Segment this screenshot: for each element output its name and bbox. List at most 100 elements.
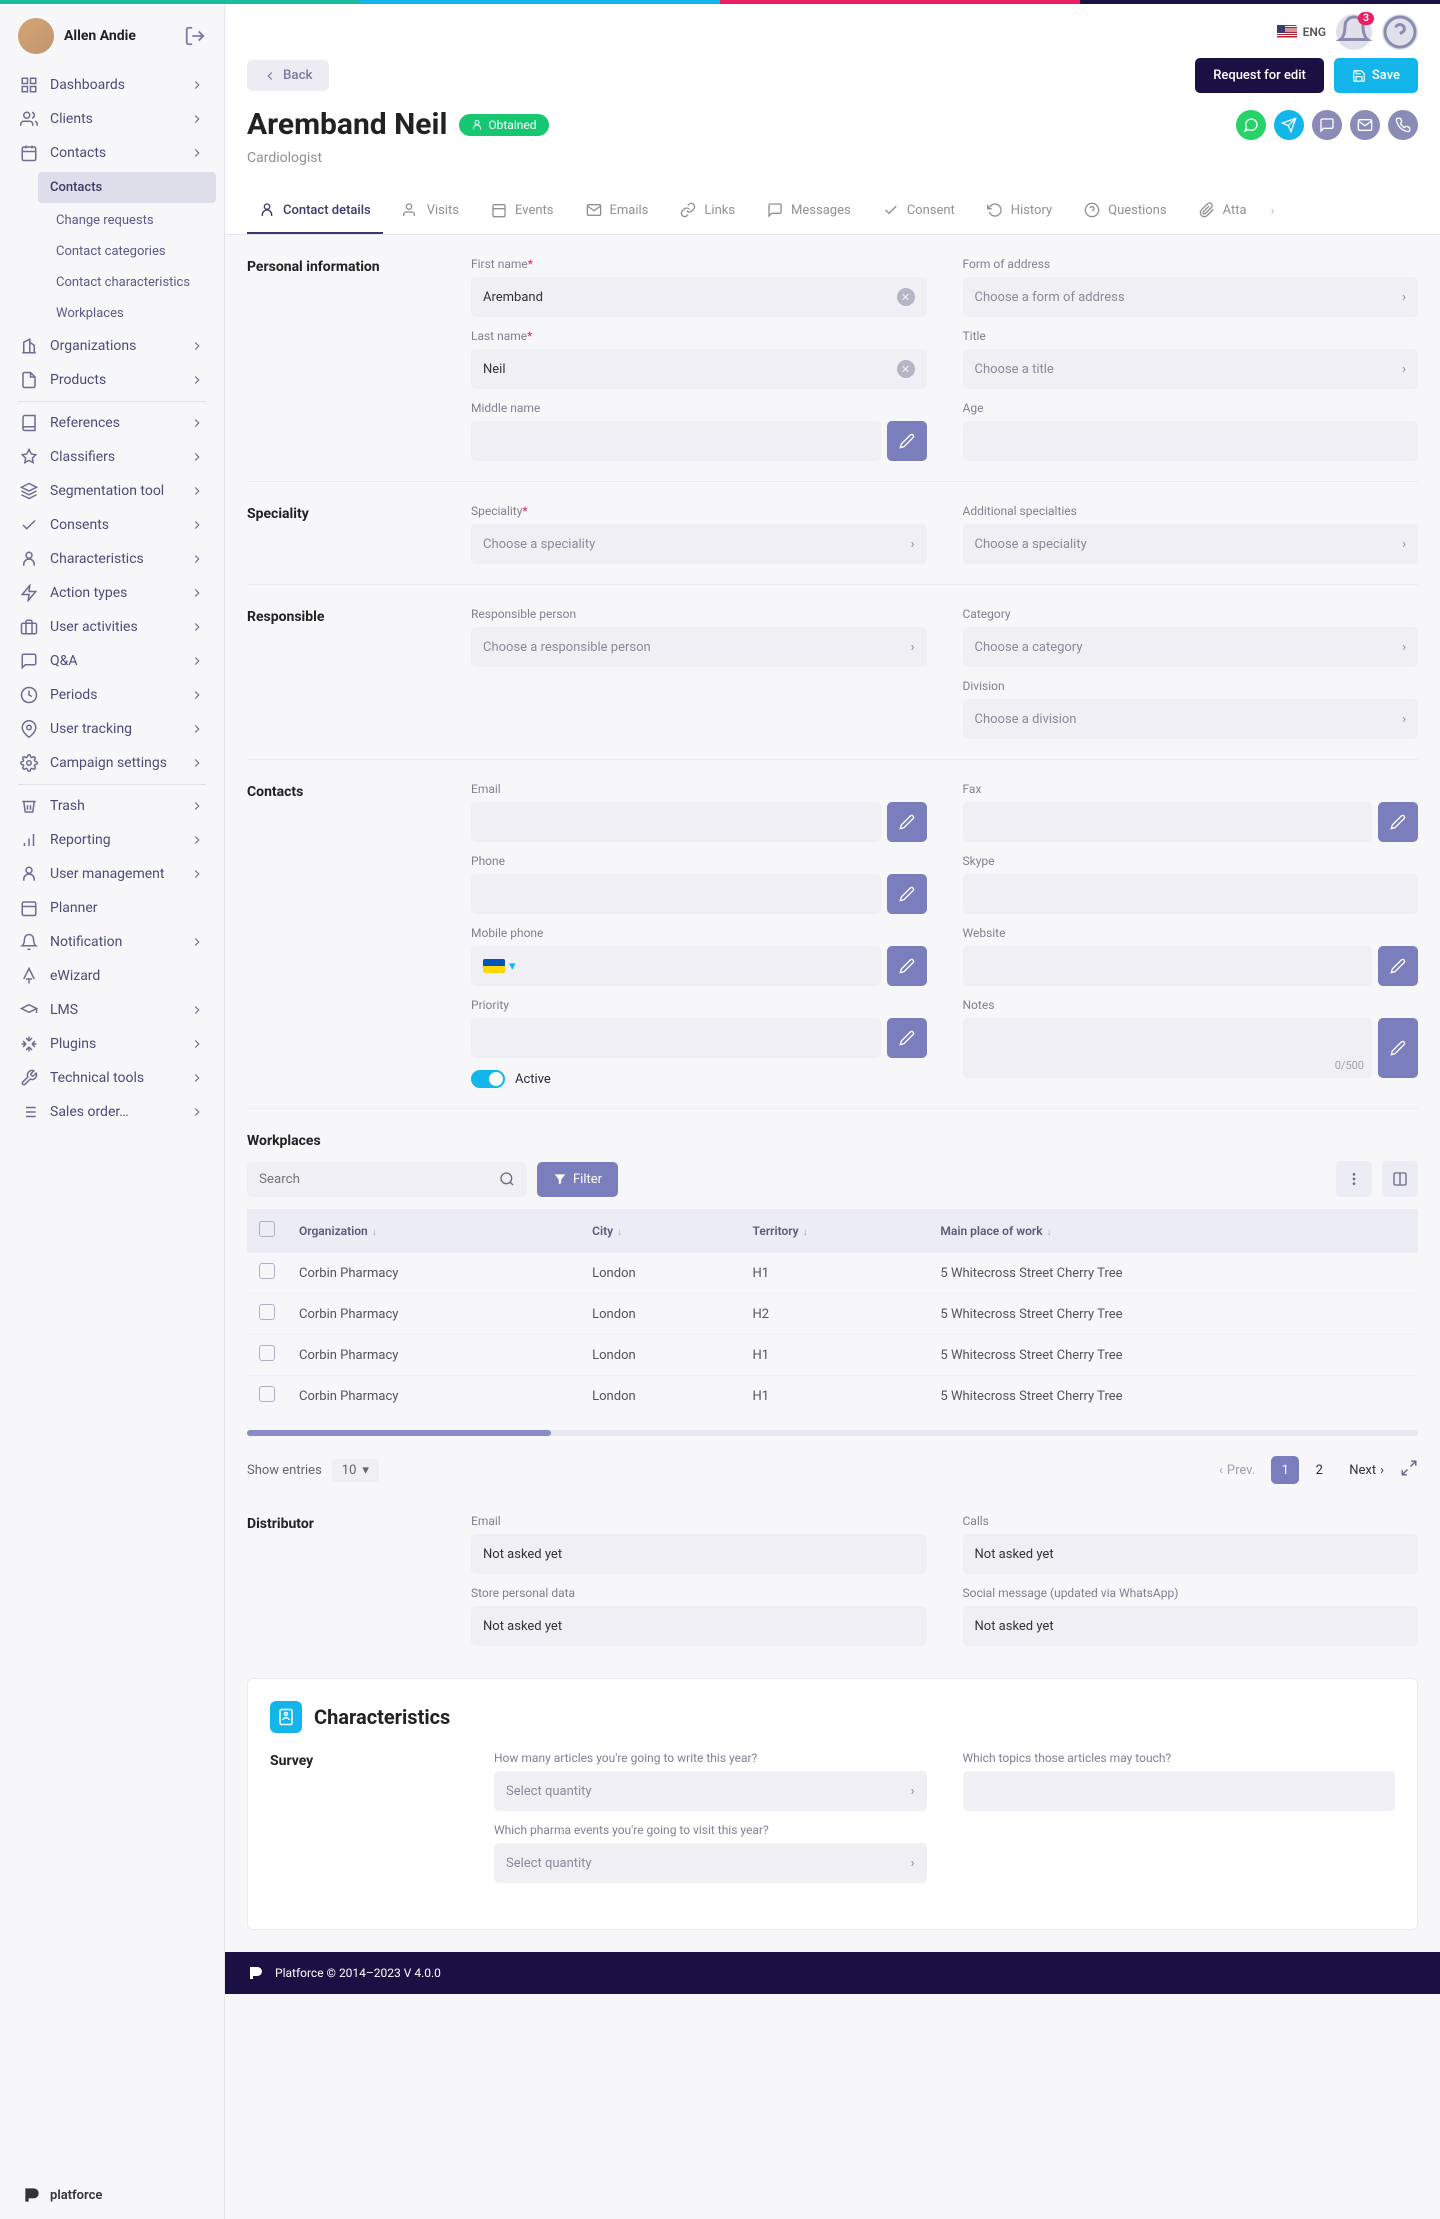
back-button[interactable]: Back [247, 60, 329, 91]
fax-input[interactable] [963, 802, 1373, 842]
table-row[interactable]: Corbin PharmacyLondonH15 Whitecross Stre… [247, 1335, 1418, 1376]
survey-q3-select[interactable]: Select quantity› [494, 1843, 927, 1883]
clear-icon[interactable]: ✕ [897, 360, 915, 378]
nav-contacts[interactable]: Contacts [0, 136, 224, 170]
priority-input[interactable] [471, 1018, 881, 1058]
addl-speciality-select[interactable]: Choose a speciality› [963, 524, 1419, 564]
nav-references[interactable]: References [0, 406, 224, 440]
nav-planner[interactable]: Planner [0, 891, 224, 925]
whatsapp-button[interactable] [1236, 110, 1266, 140]
row-checkbox[interactable] [259, 1386, 275, 1402]
edit-icon[interactable] [887, 874, 927, 914]
nav-notification[interactable]: Notification [0, 925, 224, 959]
sms-button[interactable] [1312, 110, 1342, 140]
tab-questions[interactable]: Questions [1072, 188, 1178, 234]
nav-segmentation[interactable]: Segmentation tool [0, 474, 224, 508]
tab-consent[interactable]: Consent [871, 188, 967, 234]
survey-q2-input[interactable] [963, 1771, 1396, 1811]
website-input[interactable] [963, 946, 1373, 986]
title-select[interactable]: Choose a title› [963, 349, 1419, 389]
filter-button[interactable]: Filter [537, 1162, 618, 1197]
tab-links[interactable]: Links [668, 188, 747, 234]
row-checkbox[interactable] [259, 1263, 275, 1279]
help-button[interactable] [1382, 14, 1418, 50]
row-checkbox[interactable] [259, 1304, 275, 1320]
page-1[interactable]: 1 [1271, 1456, 1299, 1484]
last-name-input[interactable]: Neil✕ [471, 349, 927, 389]
more-button[interactable] [1336, 1161, 1372, 1197]
speciality-select[interactable]: Choose a speciality› [471, 524, 927, 564]
category-select[interactable]: Choose a category› [963, 627, 1419, 667]
nav-sub-contact-categories[interactable]: Contact categories [50, 236, 224, 267]
columns-button[interactable] [1382, 1161, 1418, 1197]
nav-trash[interactable]: Trash [0, 789, 224, 823]
nav-sub-contacts[interactable]: Contacts [38, 172, 216, 203]
middle-name-input[interactable] [471, 421, 881, 461]
skype-input[interactable] [963, 874, 1419, 914]
email-input[interactable] [471, 802, 881, 842]
tab-events[interactable]: Events [479, 188, 565, 234]
table-scroll-indicator[interactable] [247, 1430, 1418, 1436]
responsible-person-select[interactable]: Choose a responsible person› [471, 627, 927, 667]
nav-sub-workplaces[interactable]: Workplaces [50, 298, 224, 329]
form-of-address-select[interactable]: Choose a form of address› [963, 277, 1419, 317]
nav-tech[interactable]: Technical tools [0, 1061, 224, 1095]
nav-products[interactable]: Products [0, 363, 224, 397]
nav-user-activities[interactable]: User activities [0, 610, 224, 644]
notes-input[interactable]: 0/500 [963, 1018, 1373, 1078]
language-switch[interactable]: ENG [1277, 25, 1326, 39]
table-row[interactable]: Corbin PharmacyLondonH25 Whitecross Stre… [247, 1294, 1418, 1335]
active-toggle[interactable] [471, 1070, 505, 1088]
edit-icon[interactable] [1378, 802, 1418, 842]
first-name-input[interactable]: Aremband✕ [471, 277, 927, 317]
survey-q1-select[interactable]: Select quantity› [494, 1771, 927, 1811]
nav-user-mgmt[interactable]: User management [0, 857, 224, 891]
phone-button[interactable] [1388, 110, 1418, 140]
request-edit-button[interactable]: Request for edit [1195, 58, 1324, 93]
nav-action-types[interactable]: Action types [0, 576, 224, 610]
nav-sub-contact-characteristics[interactable]: Contact characteristics [50, 267, 224, 298]
phone-input[interactable] [471, 874, 881, 914]
tab-emails[interactable]: Emails [574, 188, 661, 234]
nav-sub-change-requests[interactable]: Change requests [50, 205, 224, 236]
row-checkbox[interactable] [259, 1345, 275, 1361]
nav-dashboards[interactable]: Dashboards [0, 68, 224, 102]
tab-visits[interactable]: Visits [391, 188, 471, 234]
nav-qa[interactable]: Q&A [0, 644, 224, 678]
nav-classifiers[interactable]: Classifiers [0, 440, 224, 474]
page-2[interactable]: 2 [1305, 1456, 1333, 1484]
division-select[interactable]: Choose a division› [963, 699, 1419, 739]
nav-lms[interactable]: LMS [0, 993, 224, 1027]
nav-characteristics[interactable]: Characteristics [0, 542, 224, 576]
workplace-search-input[interactable] [247, 1162, 487, 1197]
telegram-button[interactable] [1274, 110, 1304, 140]
nav-reporting[interactable]: Reporting [0, 823, 224, 857]
edit-icon[interactable] [887, 421, 927, 461]
nav-periods[interactable]: Periods [0, 678, 224, 712]
nav-ewizard[interactable]: eWizard [0, 959, 224, 993]
tab-attachments[interactable]: Atta [1187, 188, 1259, 234]
tab-contact-details[interactable]: Contact details [247, 188, 383, 234]
nav-clients[interactable]: Clients [0, 102, 224, 136]
edit-icon[interactable] [1378, 946, 1418, 986]
age-input[interactable] [963, 421, 1419, 461]
entries-select[interactable]: 10▾ [332, 1459, 379, 1482]
edit-icon[interactable] [1378, 1018, 1418, 1078]
table-row[interactable]: Corbin PharmacyLondonH15 Whitecross Stre… [247, 1376, 1418, 1417]
tab-history[interactable]: History [975, 188, 1064, 234]
nav-plugins[interactable]: Plugins [0, 1027, 224, 1061]
edit-icon[interactable] [887, 946, 927, 986]
expand-button[interactable] [1400, 1459, 1418, 1481]
logout-icon[interactable] [184, 25, 206, 47]
notifications-button[interactable]: 3 [1336, 14, 1372, 50]
nav-sales[interactable]: Sales order… [0, 1095, 224, 1129]
table-row[interactable]: Corbin PharmacyLondonH15 Whitecross Stre… [247, 1253, 1418, 1294]
save-button[interactable]: Save [1334, 58, 1418, 93]
nav-campaign[interactable]: Campaign settings [0, 746, 224, 780]
nav-user-tracking[interactable]: User tracking [0, 712, 224, 746]
edit-icon[interactable] [887, 802, 927, 842]
email-button[interactable] [1350, 110, 1380, 140]
avatar[interactable] [18, 18, 54, 54]
nav-organizations[interactable]: Organizations [0, 329, 224, 363]
nav-consents[interactable]: Consents [0, 508, 224, 542]
